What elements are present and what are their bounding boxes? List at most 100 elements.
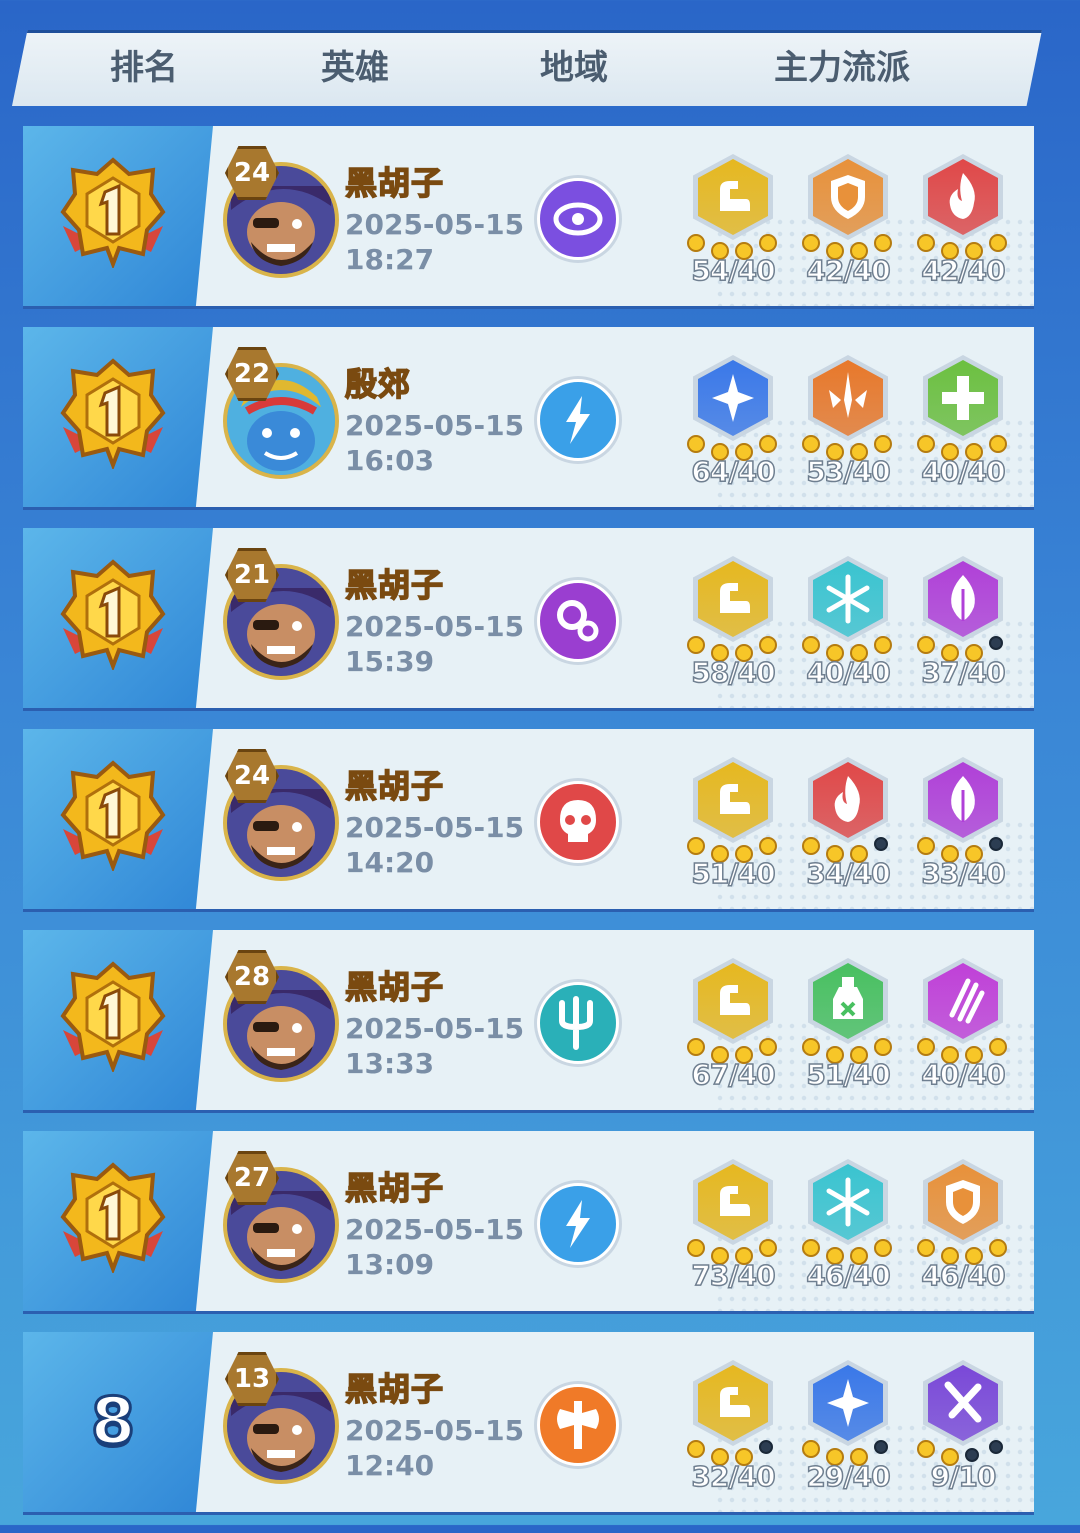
skull-region-icon[interactable] (537, 781, 619, 863)
match-date: 2025-05-15 (345, 610, 525, 643)
gold-medal-icon (60, 760, 166, 871)
faction-badge[interactable]: 54/40 (687, 154, 778, 288)
table-row[interactable]: 28 黑胡子 2025-05-15 13:33 67/40 51/40 40/40 (23, 930, 1034, 1110)
snowflake-icon (813, 561, 883, 637)
sparkle-icon (698, 360, 768, 436)
table-row[interactable]: 24 黑胡子 2025-05-15 14:20 51/40 34/40 33/40 (23, 729, 1034, 909)
muscle-icon (698, 1365, 768, 1441)
faction-pips (802, 835, 893, 863)
faction-pips (917, 1237, 1008, 1265)
pip (874, 1239, 892, 1257)
flame-icon (813, 762, 883, 838)
faction-badge[interactable]: 33/40 (917, 757, 1008, 891)
violet-eye-region-icon[interactable] (537, 178, 619, 260)
faction-score: 42/40 (806, 253, 892, 288)
pip (759, 1038, 777, 1056)
faction-score: 53/40 (806, 454, 892, 489)
gold-medal-icon (60, 358, 166, 469)
faction-badge[interactable]: 53/40 (802, 355, 893, 489)
faction-pips (917, 634, 1008, 662)
hero-name: 黑胡子 (344, 163, 445, 203)
faction-badge[interactable]: 67/40 (687, 958, 778, 1092)
gears-region-icon[interactable] (537, 580, 619, 662)
trident-region-icon[interactable] (537, 982, 619, 1064)
gold-medal-icon (60, 961, 166, 1072)
rank-cell (23, 126, 213, 306)
table-row[interactable]: 22 殷郊 2025-05-15 16:03 64/40 53/40 40/40 (23, 327, 1034, 507)
pip (874, 1440, 888, 1454)
header-region: 地域 (540, 48, 608, 88)
hero-name: 黑胡子 (344, 766, 445, 806)
faction-score: 51/40 (806, 1057, 892, 1092)
faction-badge[interactable]: 73/40 (687, 1159, 778, 1293)
faction-badge[interactable]: 29/40 (802, 1360, 893, 1494)
pip (989, 1440, 1003, 1454)
faction-badge[interactable]: 40/40 (917, 355, 1008, 489)
faction-pips (917, 433, 1008, 461)
faction-badge[interactable]: 34/40 (802, 757, 893, 891)
pip (917, 1440, 935, 1458)
faction-score: 34/40 (806, 856, 892, 891)
pip (917, 1239, 935, 1257)
faction-badge[interactable]: 51/40 (802, 958, 893, 1092)
faction-score: 73/40 (691, 1258, 777, 1293)
header-factions: 主力流派 (774, 48, 910, 88)
pip (802, 234, 820, 252)
gold-medal-icon (60, 157, 166, 268)
faction-badge[interactable]: 46/40 (802, 1159, 893, 1293)
faction-badge[interactable]: 42/40 (802, 154, 893, 288)
faction-score: 46/40 (921, 1258, 1007, 1293)
faction-pips (687, 1036, 778, 1064)
hero-name: 黑胡子 (344, 1369, 445, 1409)
pip (687, 636, 705, 654)
sword-burst-icon (813, 360, 883, 436)
rank-cell (23, 327, 213, 507)
faction-badge[interactable]: 51/40 (687, 757, 778, 891)
pip (874, 234, 892, 252)
table-row[interactable]: 21 黑胡子 2025-05-15 15:39 58/40 40/40 37/40 (23, 528, 1034, 708)
faction-badge[interactable]: 32/40 (687, 1360, 778, 1494)
faction-badge[interactable]: 42/40 (917, 154, 1008, 288)
pip (917, 234, 935, 252)
lightning-region-icon[interactable] (537, 379, 619, 461)
faction-pips (917, 1438, 1008, 1466)
faction-score: 46/40 (806, 1258, 892, 1293)
lightning-region-icon[interactable] (537, 1183, 619, 1265)
faction-pips (802, 232, 893, 260)
pip (759, 435, 777, 453)
table-row[interactable]: 27 黑胡子 2025-05-15 13:09 73/40 46/40 46/40 (23, 1131, 1034, 1311)
table-row[interactable]: 24 黑胡子 2025-05-15 18:27 54/40 42/40 42/40 (23, 126, 1034, 306)
pip (802, 636, 820, 654)
pip (759, 1239, 777, 1257)
shield-icon (928, 1164, 998, 1240)
faction-badge[interactable]: 9/10 (917, 1360, 1008, 1494)
faction-badge[interactable]: 37/40 (917, 556, 1008, 690)
axe-region-icon[interactable] (537, 1384, 619, 1466)
pip (917, 837, 935, 855)
pip (687, 234, 705, 252)
faction-score: 9/10 (930, 1459, 997, 1494)
flame-icon (928, 159, 998, 235)
faction-badge[interactable]: 64/40 (687, 355, 778, 489)
rank-cell: 8 (23, 1332, 213, 1512)
leaf-icon (928, 561, 998, 637)
match-time: 12:40 (345, 1449, 435, 1482)
match-date: 2025-05-15 (345, 811, 525, 844)
faction-badge[interactable]: 46/40 (917, 1159, 1008, 1293)
pip (687, 1239, 705, 1257)
faction-score: 51/40 (691, 856, 777, 891)
faction-badge[interactable]: 58/40 (687, 556, 778, 690)
faction-pips (687, 634, 778, 662)
claw-icon (928, 963, 998, 1039)
match-date: 2025-05-15 (345, 1012, 525, 1045)
gold-medal-icon (60, 559, 166, 670)
table-row[interactable]: 8 13 黑胡子 2025-05-15 12:40 32/40 29/40 9/10 (23, 1332, 1034, 1512)
pip (802, 837, 820, 855)
pip (989, 234, 1007, 252)
faction-badge[interactable]: 40/40 (917, 958, 1008, 1092)
sparkle-icon (813, 1365, 883, 1441)
pip (687, 435, 705, 453)
faction-badge[interactable]: 40/40 (802, 556, 893, 690)
leaf-icon (928, 762, 998, 838)
header-rank: 排名 (110, 48, 178, 88)
